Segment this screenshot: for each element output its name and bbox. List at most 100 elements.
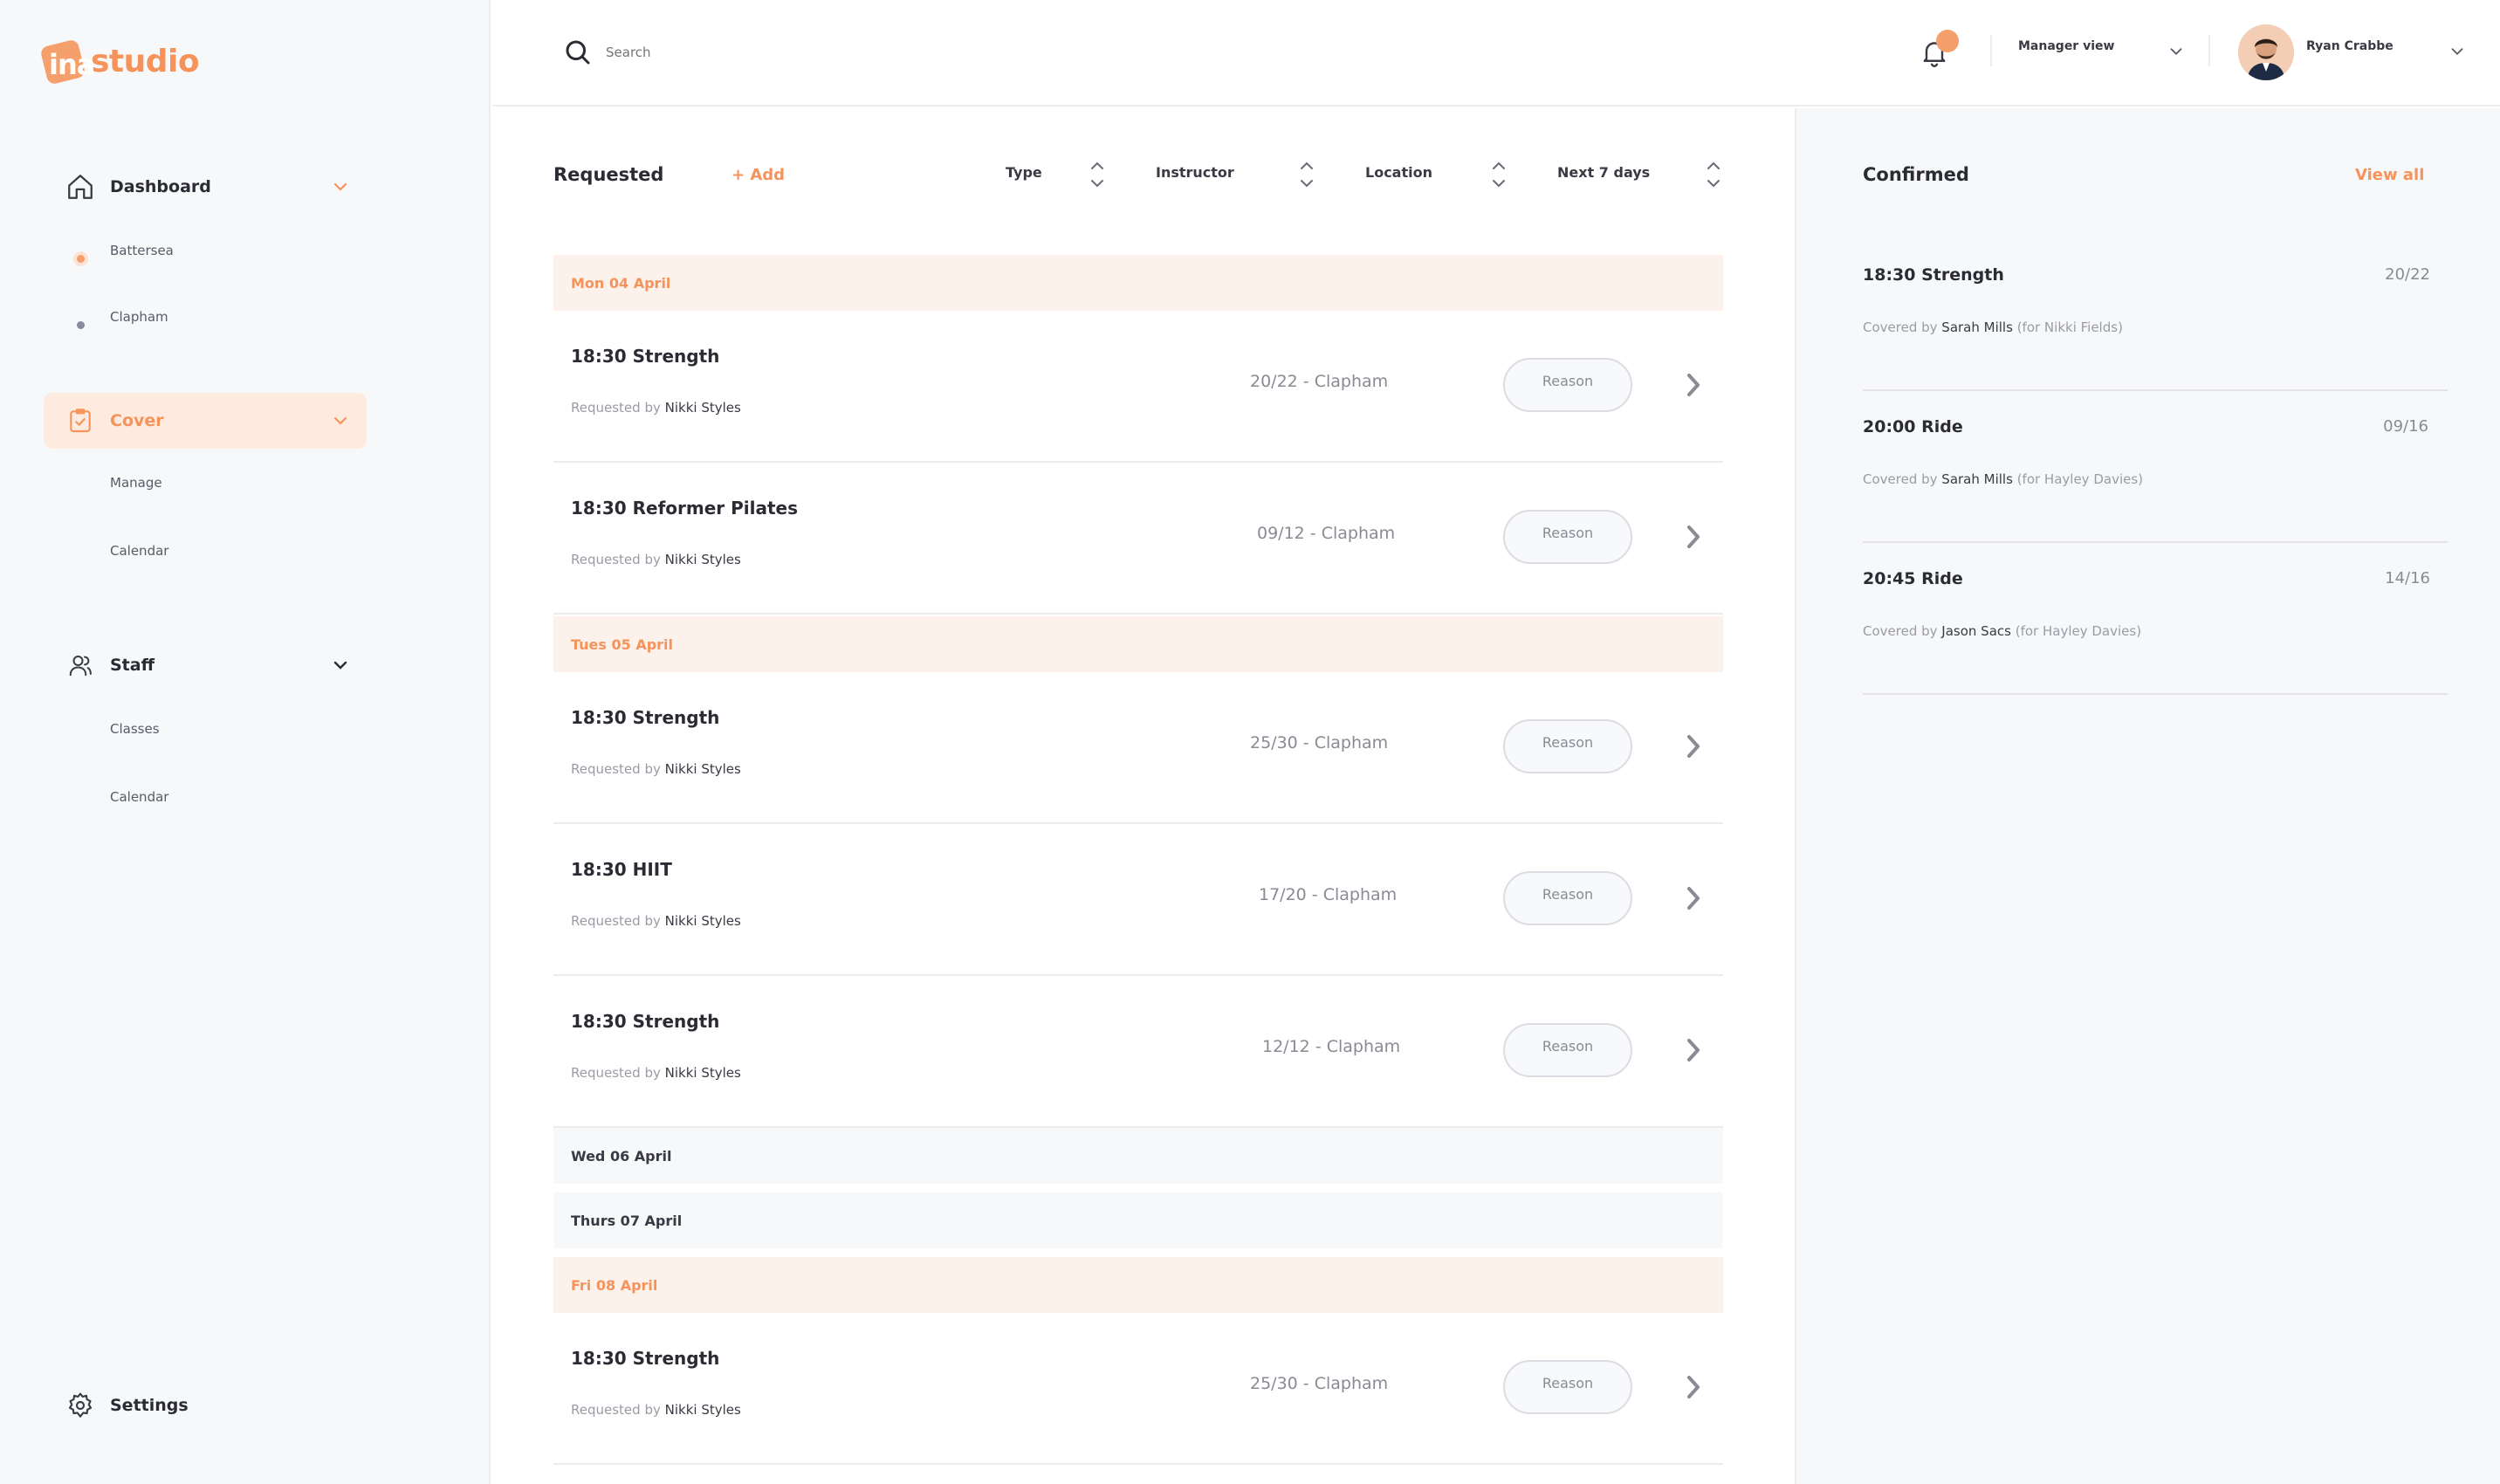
day-header: Mon 04 April — [553, 255, 1723, 311]
filter-type[interactable]: Type — [1006, 164, 1042, 181]
chevron-right-icon[interactable] — [1681, 1371, 1706, 1404]
sidebar-item-battersea[interactable]: Battersea — [110, 243, 174, 258]
view-selector-label[interactable]: Manager view — [2018, 39, 2114, 53]
sidebar-item-manage[interactable]: Manage — [110, 475, 162, 491]
requested-panel: Requested + Add Type Instructor Location… — [492, 108, 1793, 1484]
attendance-count: 14/16 — [2385, 569, 2430, 587]
class-title: 18:30 Strength — [571, 346, 720, 367]
capacity-location: 12/12 - Clapham — [1262, 1037, 1401, 1056]
chevron-right-icon[interactable] — [1681, 1034, 1706, 1067]
nav-staff[interactable]: Staff — [44, 637, 367, 693]
requested-title: Requested — [553, 164, 664, 185]
confirmed-item[interactable]: 18:30 Strength 20/22 Covered by Sarah Mi… — [1863, 239, 2448, 391]
logo-text: studio — [91, 43, 200, 79]
nav-cover[interactable]: Cover — [44, 393, 367, 449]
day-header: Fri 08 April — [553, 1257, 1723, 1313]
sort-icon[interactable] — [1297, 157, 1316, 192]
user-name[interactable]: Ryan Crabbe — [2306, 39, 2394, 53]
covered-by: Covered by Sarah Mills (for Hayley Davie… — [1863, 471, 2144, 487]
day-header: Thurs 07 April — [553, 1192, 1723, 1248]
requested-by: Requested by Nikki Styles — [571, 913, 741, 929]
sort-icon[interactable] — [1088, 157, 1107, 192]
add-button[interactable]: + Add — [731, 166, 785, 184]
confirmed-panel: Confirmed View all 18:30 Strength 20/22 … — [1795, 108, 2500, 1484]
capacity-location: 09/12 - Clapham — [1257, 524, 1396, 543]
nav-settings-label: Settings — [110, 1396, 189, 1415]
divider — [1990, 35, 1992, 66]
search-icon[interactable] — [562, 37, 594, 68]
notification-badge — [1936, 30, 1959, 52]
capacity-location: 17/20 - Clapham — [1259, 885, 1398, 904]
divider — [2208, 35, 2210, 66]
attendance-count: 09/16 — [2383, 417, 2428, 436]
covered-by: Covered by Jason Sacs (for Hayley Davies… — [1863, 623, 2142, 639]
table-row[interactable]: 18:30 Strength Requested by Nikki Styles… — [553, 1313, 1723, 1465]
filter-date-range[interactable]: Next 7 days — [1557, 164, 1650, 181]
sort-icon[interactable] — [1704, 157, 1723, 192]
nav-dashboard-label: Dashboard — [110, 177, 211, 196]
chevron-down-icon[interactable] — [330, 655, 351, 676]
chevron-right-icon[interactable] — [1681, 882, 1706, 915]
chevron-right-icon[interactable] — [1681, 520, 1706, 553]
logo-mark: ina — [39, 38, 95, 86]
search-input[interactable] — [606, 35, 955, 70]
requested-by: Requested by Nikki Styles — [571, 761, 741, 777]
class-title: 20:45 Ride — [1863, 569, 1963, 588]
reason-button[interactable]: Reason — [1503, 1360, 1632, 1414]
class-title: 18:30 Strength — [571, 707, 720, 728]
chevron-down-icon[interactable] — [2167, 42, 2186, 61]
class-title: 20:00 Ride — [1863, 417, 1963, 436]
chevron-down-icon[interactable] — [330, 176, 351, 197]
avatar[interactable] — [2238, 24, 2294, 80]
reason-button[interactable]: Reason — [1503, 719, 1632, 773]
table-row[interactable]: 18:30 Reformer Pilates Requested by Nikk… — [553, 463, 1723, 615]
table-row[interactable]: 18:30 Strength Requested by Nikki Styles… — [553, 976, 1723, 1128]
requested-by: Requested by Nikki Styles — [571, 400, 741, 416]
capacity-location: 20/22 - Clapham — [1250, 372, 1389, 391]
reason-button[interactable]: Reason — [1503, 358, 1632, 412]
sidebar-item-staff-calendar[interactable]: Calendar — [110, 789, 168, 805]
users-icon — [63, 648, 98, 683]
confirmed-title: Confirmed — [1863, 164, 1969, 185]
filter-instructor[interactable]: Instructor — [1156, 164, 1234, 181]
day-header: Wed 06 April — [553, 1128, 1723, 1184]
requested-by: Requested by Nikki Styles — [571, 552, 741, 567]
chevron-right-icon[interactable] — [1681, 730, 1706, 763]
view-all-link[interactable]: View all — [2355, 166, 2424, 184]
capacity-location: 25/30 - Clapham — [1250, 1374, 1389, 1393]
home-icon — [63, 169, 98, 204]
capacity-location: 25/30 - Clapham — [1250, 733, 1389, 752]
brand-logo[interactable]: ina studio — [39, 37, 200, 86]
table-row[interactable]: 18:30 Strength Requested by Nikki Styles… — [553, 311, 1723, 463]
nav-staff-label: Staff — [110, 656, 155, 675]
top-bar: Manager view Ryan Crabbe — [492, 0, 2500, 106]
requested-by: Requested by Nikki Styles — [571, 1065, 741, 1081]
reason-button[interactable]: Reason — [1503, 510, 1632, 564]
attendance-count: 20/22 — [2385, 265, 2430, 284]
sort-icon[interactable] — [1489, 157, 1508, 192]
gear-icon — [63, 1388, 98, 1423]
reason-button[interactable]: Reason — [1503, 871, 1632, 925]
chevron-right-icon[interactable] — [1681, 368, 1706, 402]
table-row[interactable]: 18:30 HIIT Requested by Nikki Styles 17/… — [553, 824, 1723, 976]
table-row[interactable]: 18:30 Strength Requested by Nikki Styles… — [553, 672, 1723, 824]
sidebar-item-cover-calendar[interactable]: Calendar — [110, 543, 168, 559]
sidebar: ina studio Dashboard Battersea Clapham C… — [0, 0, 491, 1484]
class-title: 18:30 Reformer Pilates — [571, 498, 799, 519]
reason-button[interactable]: Reason — [1503, 1023, 1632, 1077]
nav-dashboard[interactable]: Dashboard — [44, 159, 367, 215]
confirmed-item[interactable]: 20:45 Ride 14/16 Covered by Jason Sacs (… — [1863, 543, 2448, 695]
sidebar-item-clapham[interactable]: Clapham — [110, 309, 168, 325]
class-title: 18:30 Strength — [571, 1348, 720, 1369]
nav-settings[interactable]: Settings — [44, 1378, 367, 1433]
chevron-down-icon[interactable] — [2448, 42, 2467, 61]
sidebar-item-classes[interactable]: Classes — [110, 721, 160, 737]
confirmed-item[interactable]: 20:00 Ride 09/16 Covered by Sarah Mills … — [1863, 391, 2448, 543]
class-title: 18:30 Strength — [1863, 265, 2004, 285]
filter-location[interactable]: Location — [1365, 164, 1432, 181]
class-title: 18:30 Strength — [571, 1011, 720, 1032]
day-header: Tues 05 April — [553, 616, 1723, 672]
covered-by: Covered by Sarah Mills (for Nikki Fields… — [1863, 319, 2123, 335]
location-dot — [77, 321, 85, 329]
chevron-down-icon[interactable] — [330, 410, 351, 431]
